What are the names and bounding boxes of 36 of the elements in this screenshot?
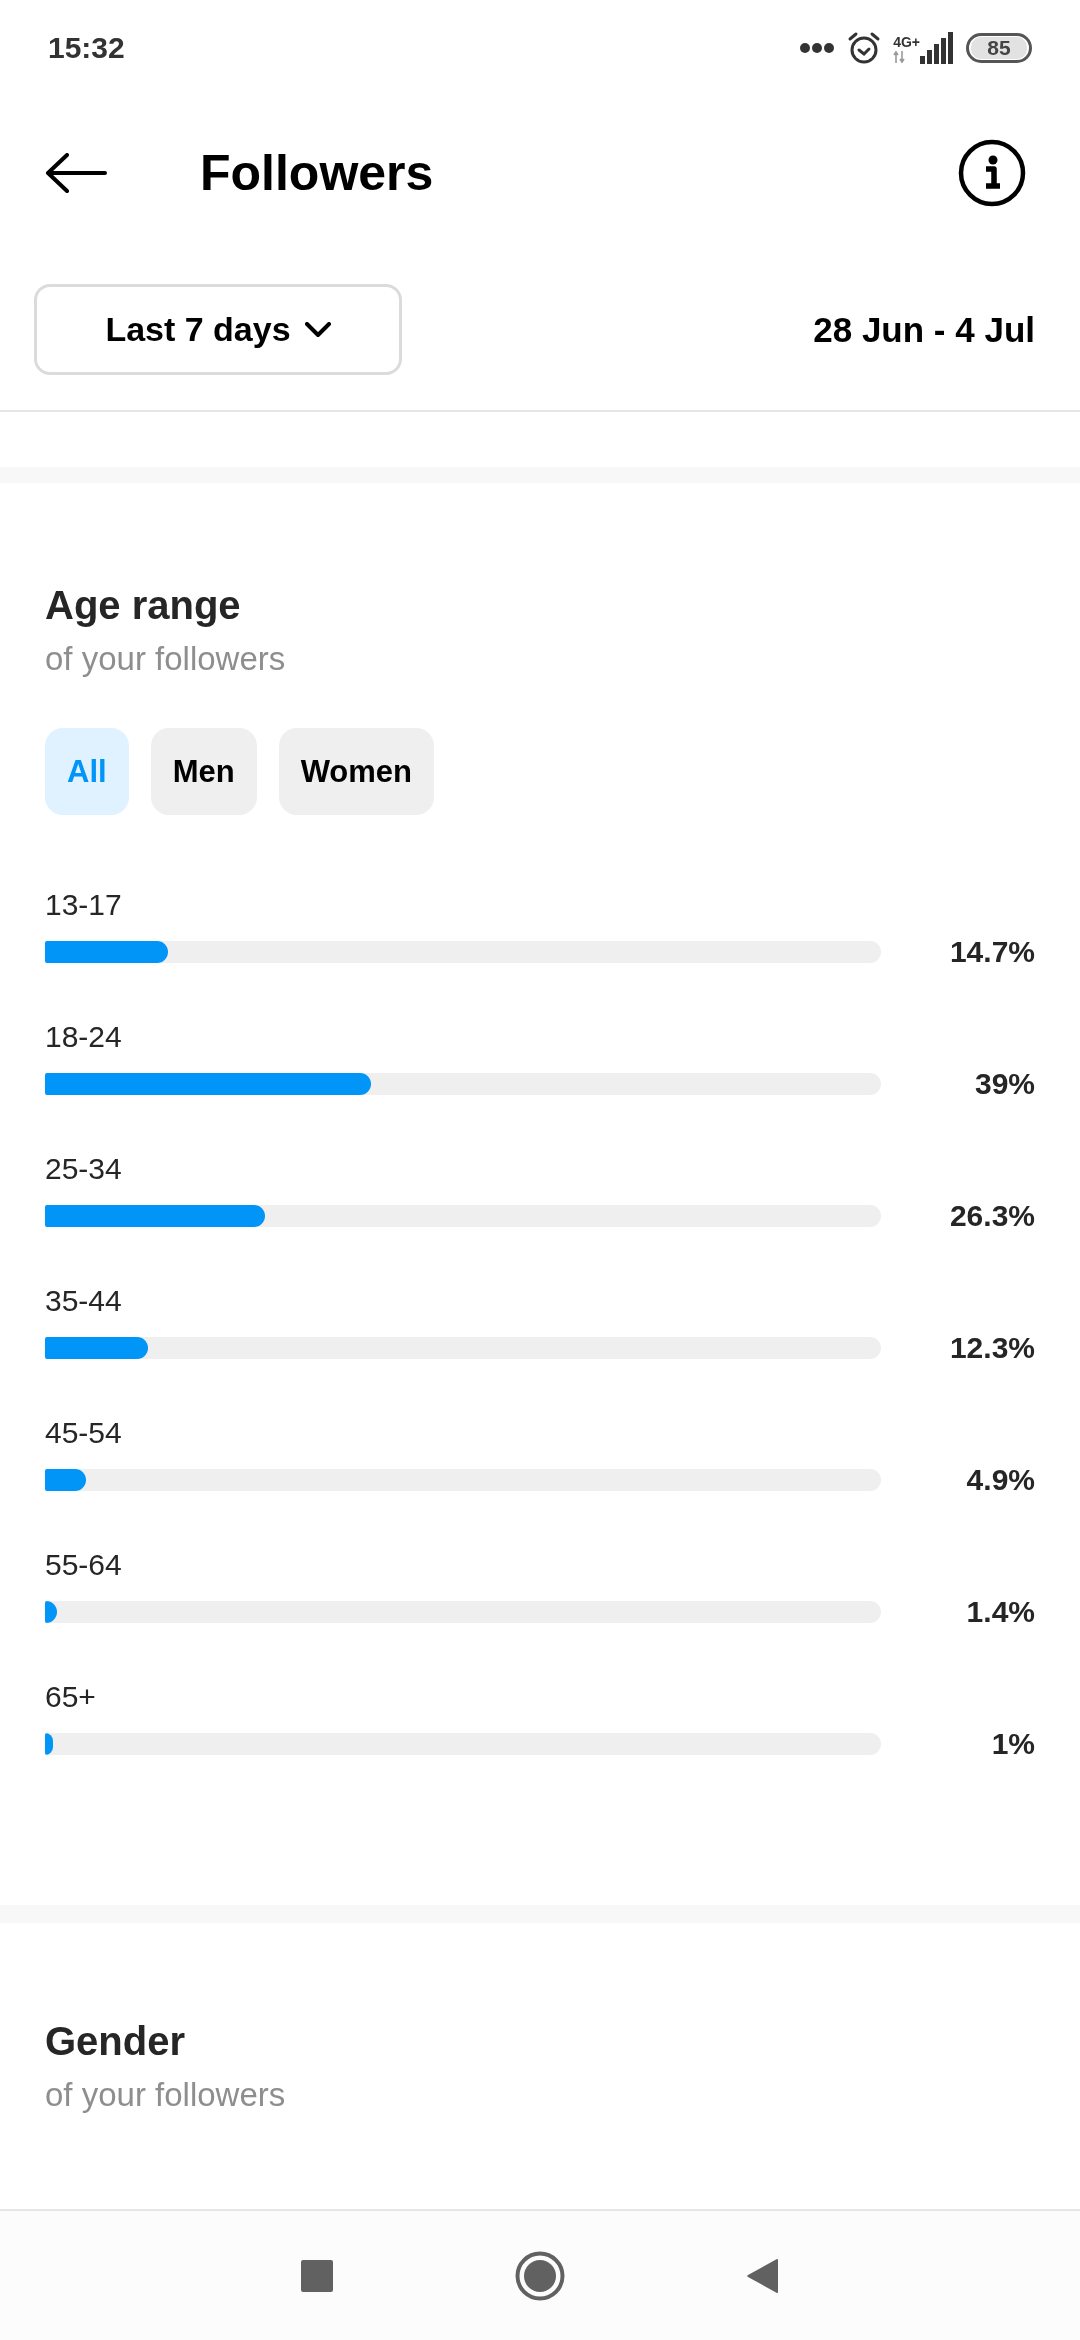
percentage-value: 1.4% bbox=[966, 1594, 1035, 1630]
signal-bars-icon bbox=[920, 32, 954, 64]
alarm-clock-icon bbox=[847, 31, 882, 65]
data-arrows-icon bbox=[893, 50, 906, 64]
status-time: 15:32 bbox=[48, 30, 125, 66]
percentage-value: 4.9% bbox=[966, 1462, 1035, 1498]
percentage-value: 1% bbox=[991, 1726, 1035, 1762]
date-range-label: 28 Jun - 4 Jul bbox=[813, 308, 1035, 351]
percentage-value: 39% bbox=[974, 1066, 1035, 1102]
percentage-value: 14.7% bbox=[949, 934, 1035, 970]
more-notifications-icon bbox=[799, 42, 836, 54]
age-group-label: 18-24 bbox=[45, 1019, 122, 1055]
age-group-label: 13-17 bbox=[45, 887, 122, 923]
filter-chip[interactable]: Women bbox=[278, 728, 434, 815]
info-icon[interactable] bbox=[958, 139, 1026, 207]
recent-apps-icon[interactable] bbox=[301, 2259, 333, 2292]
page-title: Followers bbox=[200, 144, 434, 202]
age-group-label: 25-34 bbox=[45, 1151, 122, 1187]
back-arrow-icon[interactable] bbox=[45, 153, 107, 193]
age-group-label: 65+ bbox=[45, 1679, 96, 1715]
filter-chip[interactable]: Men bbox=[150, 728, 257, 815]
section-subtitle: of your followers bbox=[45, 639, 286, 679]
age-group-label: 35-44 bbox=[45, 1283, 122, 1319]
network-type-label: 4G+ bbox=[893, 35, 920, 50]
home-icon[interactable] bbox=[515, 2250, 565, 2301]
chevron-down-icon bbox=[304, 321, 331, 338]
section-title: Age range bbox=[45, 582, 241, 629]
back-icon[interactable] bbox=[747, 2257, 779, 2294]
percentage-value: 26.3% bbox=[949, 1198, 1035, 1234]
date-range-dropdown[interactable]: Last 7 days bbox=[34, 284, 402, 375]
percentage-value: 12.3% bbox=[949, 1330, 1035, 1366]
battery-indicator: 85 bbox=[966, 33, 1032, 63]
section-subtitle: of your followers bbox=[45, 2075, 286, 2115]
age-group-label: 45-54 bbox=[45, 1415, 122, 1451]
age-group-label: 55-64 bbox=[45, 1547, 122, 1583]
section-title: Gender bbox=[45, 2018, 186, 2065]
